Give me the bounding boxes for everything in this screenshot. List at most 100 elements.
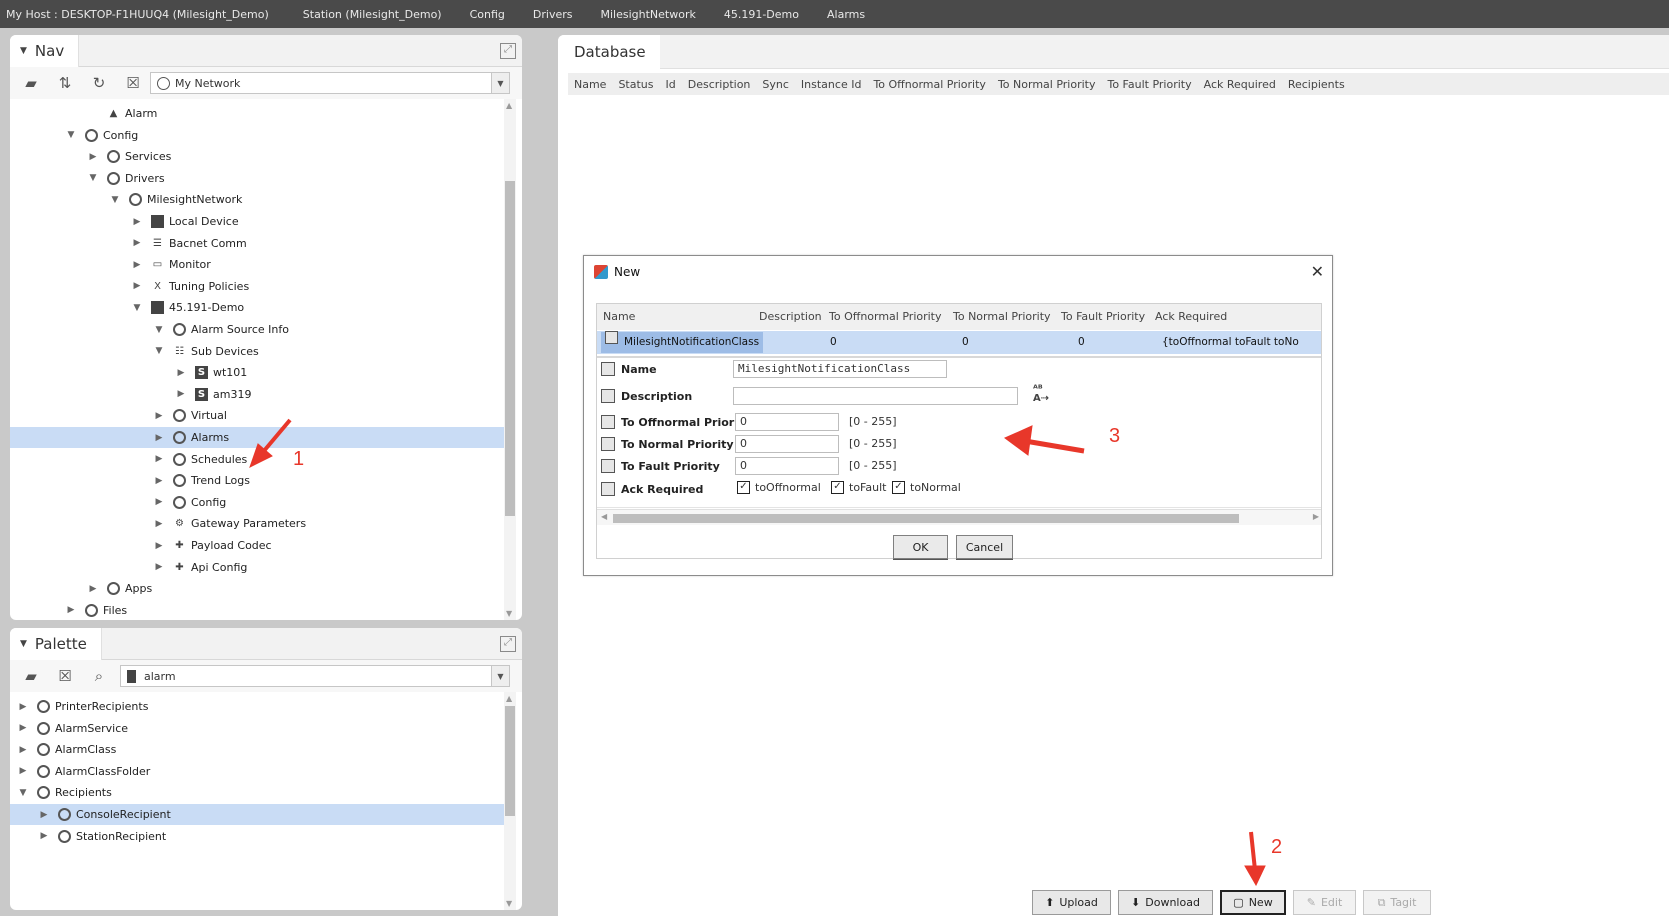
download-button[interactable]: ⬇ Download <box>1118 890 1213 915</box>
expand-closed-icon[interactable]: ▶ <box>39 810 49 820</box>
database-tab[interactable]: Database <box>558 35 660 69</box>
tree-item[interactable]: ▶ Schedules <box>10 449 504 470</box>
find-icon[interactable]: ⌕ <box>88 665 110 687</box>
database-column[interactable]: Ack Required <box>1198 78 1282 91</box>
nav-tab[interactable]: ▼ Nav <box>10 35 80 67</box>
tree-item[interactable]: ▶ Ⅹ Tuning Policies <box>10 276 504 297</box>
tree-item[interactable]: ▼ Alarm Source Info <box>10 319 504 340</box>
breadcrumb-item[interactable]: MilesightNetwork <box>600 8 695 21</box>
database-column[interactable]: Description <box>682 78 757 91</box>
chevron-down-icon[interactable]: ▼ <box>491 73 509 93</box>
sync-arrows-icon[interactable]: ⇅ <box>54 72 76 94</box>
expand-closed-icon[interactable]: ▶ <box>18 745 28 755</box>
collapse-caret-icon[interactable]: ▼ <box>20 46 27 56</box>
maximize-icon[interactable]: ⤢ <box>500 43 516 59</box>
expand-closed-icon[interactable]: ▶ <box>132 281 142 291</box>
breadcrumb-item[interactable]: Drivers <box>533 8 573 21</box>
expand-open-icon[interactable]: ▼ <box>88 173 98 183</box>
dialog-hscroll-thumb[interactable] <box>613 514 1239 523</box>
tree-item[interactable]: ▶ Alarms <box>10 427 504 448</box>
breadcrumb-item[interactable]: My Host : DESKTOP-F1HUUQ4 (Milesight_Dem… <box>6 8 269 21</box>
breadcrumb-item[interactable]: 45.191-Demo <box>724 8 799 21</box>
dialog-table-row[interactable]: MilesightNotificationClass 0 0 0 {toOffn… <box>597 331 1321 354</box>
database-column[interactable]: Name <box>568 78 612 91</box>
scroll-down-icon[interactable]: ▼ <box>506 899 512 908</box>
expand-open-icon[interactable]: ▼ <box>132 303 142 313</box>
expand-closed-icon[interactable]: ▶ <box>88 152 98 162</box>
scroll-up-icon[interactable]: ▲ <box>506 101 512 110</box>
expand-closed-icon[interactable]: ▶ <box>154 519 164 529</box>
nav-scroll-thumb[interactable] <box>505 181 515 516</box>
expand-closed-icon[interactable]: ▶ <box>132 260 142 270</box>
database-column[interactable]: Instance Id <box>795 78 868 91</box>
tree-item[interactable]: ▶ Swt101 <box>10 362 504 383</box>
tree-item[interactable]: ▶ Local Device <box>10 211 504 232</box>
scroll-right-icon[interactable]: ▶ <box>1313 512 1319 521</box>
tree-item[interactable]: ▶ ConsoleRecipient <box>10 804 504 825</box>
database-column[interactable]: To Offnormal Priority <box>867 78 992 91</box>
expand-open-icon[interactable]: ▼ <box>66 130 76 140</box>
tree-item[interactable]: ▶ PrinterRecipients <box>10 696 504 717</box>
cancel-button[interactable]: Cancel <box>956 535 1013 559</box>
tree-item[interactable]: ▶ Sam319 <box>10 384 504 405</box>
tree-item[interactable]: ▶ StationRecipient <box>10 826 504 847</box>
expand-closed-icon[interactable]: ▶ <box>88 584 98 594</box>
expand-closed-icon[interactable]: ▶ <box>18 766 28 776</box>
tree-item[interactable]: ▶ AlarmClass <box>10 739 504 760</box>
tree-item[interactable]: ▶ Apps <box>10 578 504 599</box>
palette-module-select[interactable]: alarm ▼ <box>120 665 510 687</box>
nav-scrollbar[interactable]: ▲ ▼ <box>504 99 516 620</box>
database-column[interactable]: Id <box>660 78 682 91</box>
expand-closed-icon[interactable]: ▶ <box>39 831 49 841</box>
scroll-up-icon[interactable]: ▲ <box>506 694 512 703</box>
tree-item[interactable]: ▶ ⚙ Gateway Parameters <box>10 513 504 534</box>
expand-closed-icon[interactable]: ▶ <box>176 389 186 399</box>
database-column[interactable]: Recipients <box>1282 78 1351 91</box>
expand-open-icon[interactable]: ▼ <box>154 346 164 356</box>
palette-tab[interactable]: ▼ Palette <box>10 628 102 660</box>
expand-open-icon[interactable]: ▼ <box>110 195 120 205</box>
dialog-column[interactable]: To Fault Priority <box>1061 304 1145 330</box>
breadcrumb-item[interactable]: Station (Milesight_Demo) <box>303 8 442 21</box>
scroll-left-icon[interactable]: ◀ <box>601 512 607 521</box>
new-button[interactable]: ▢ New <box>1220 890 1286 915</box>
maximize-icon[interactable]: ⤢ <box>500 636 516 652</box>
collapse-caret-icon[interactable]: ▼ <box>20 639 27 649</box>
network-select[interactable]: My Network ▼ <box>150 72 510 94</box>
tree-item[interactable]: ▶ ✚ Api Config <box>10 557 504 578</box>
database-column[interactable]: To Normal Priority <box>992 78 1102 91</box>
chevron-down-icon[interactable]: ▼ <box>491 666 509 686</box>
database-column[interactable]: To Fault Priority <box>1101 78 1197 91</box>
to-fault-field[interactable]: 0 <box>735 457 839 475</box>
palette-scrollbar[interactable]: ▲ ▼ <box>504 692 516 910</box>
dialog-column[interactable]: To Normal Priority <box>953 304 1051 330</box>
tree-item[interactable]: ▼ Recipients <box>10 782 504 803</box>
ack-tooffnormal-checkbox[interactable]: ✓ toOffnormal <box>737 481 821 494</box>
tree-item[interactable]: ▼ Drivers <box>10 168 504 189</box>
tagit-button[interactable]: ⧉ Tagit <box>1363 890 1431 915</box>
expand-closed-icon[interactable]: ▶ <box>66 605 76 615</box>
description-field[interactable] <box>733 387 1018 405</box>
tree-item[interactable]: ▶ Files <box>10 600 504 620</box>
ack-tofault-checkbox[interactable]: ✓ toFault <box>831 481 886 494</box>
tree-item[interactable]: ▶ AlarmService <box>10 718 504 739</box>
tree-item[interactable]: ▶ ☰ Bacnet Comm <box>10 233 504 254</box>
tree-item[interactable]: ▶ Services <box>10 146 504 167</box>
expand-closed-icon[interactable]: ▶ <box>18 723 28 733</box>
tree-item[interactable]: ▶ ✚ Payload Codec <box>10 535 504 556</box>
tree-item[interactable]: ▶ Trend Logs <box>10 470 504 491</box>
dialog-column[interactable]: Description <box>759 304 822 330</box>
ack-tonormal-checkbox[interactable]: ✓ toNormal <box>892 481 961 494</box>
expand-open-icon[interactable]: ▼ <box>154 325 164 335</box>
tree-item[interactable]: ▼ MilesightNetwork <box>10 189 504 210</box>
breadcrumb-item[interactable]: Alarms <box>827 8 865 21</box>
expand-closed-icon[interactable]: ▶ <box>154 562 164 572</box>
close-palette-icon[interactable]: ☒ <box>54 665 76 687</box>
tree-item[interactable]: ▲ Alarm <box>10 103 504 124</box>
expand-closed-icon[interactable]: ▶ <box>132 238 142 248</box>
text-format-icon[interactable]: ᴬᴮ A⇢ <box>1033 385 1051 404</box>
ok-button[interactable]: OK <box>893 535 948 559</box>
expand-closed-icon[interactable]: ▶ <box>154 454 164 464</box>
upload-button[interactable]: ⬆ Upload <box>1032 890 1111 915</box>
expand-open-icon[interactable]: ▼ <box>18 788 28 798</box>
